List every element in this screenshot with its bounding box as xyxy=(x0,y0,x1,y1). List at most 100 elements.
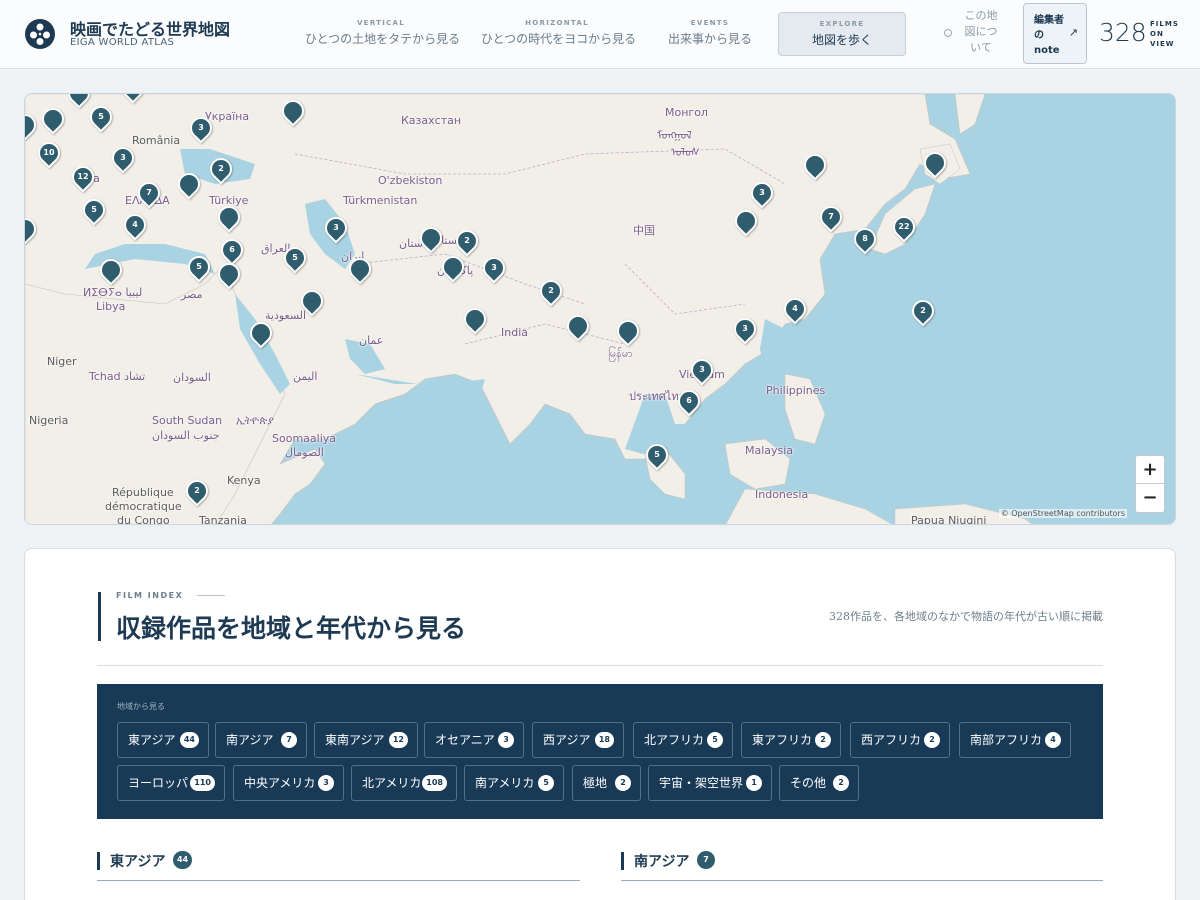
map-label: Philippines xyxy=(766,384,826,397)
map-label: الصومال xyxy=(285,446,324,459)
region-chip[interactable]: 中央アメリカ 3 xyxy=(233,765,344,801)
region-chip[interactable]: オセアニア 3 xyxy=(424,722,524,758)
map-label: India xyxy=(501,326,528,339)
region-chip[interactable]: 北アメリカ 108 xyxy=(351,765,457,801)
external-arrow-icon: ↗ xyxy=(1068,26,1078,39)
map-label: O'zbekiston xyxy=(378,174,443,187)
zoom-in-button[interactable]: + xyxy=(1136,456,1164,484)
region-chip[interactable]: 東アフリカ 2 xyxy=(741,722,841,758)
map-label: Україна xyxy=(205,110,250,123)
map-label: ⵍⵉⴱⵢⴰ ليبيا xyxy=(83,286,143,299)
region-count-badge: 12 xyxy=(388,732,408,748)
region-chip[interactable]: 北アフリカ 5 xyxy=(633,722,733,758)
nav-kicker: HORIZONTAL xyxy=(525,19,589,27)
site-subtitle: EIGA WORLD ATLAS xyxy=(70,37,175,48)
region-chip[interactable]: 東アジア 44 xyxy=(117,722,209,758)
region-count-badge: 5 xyxy=(707,732,723,748)
map-label: جنوب السودان xyxy=(152,429,220,442)
region-chip[interactable]: 西アジア 18 xyxy=(532,722,624,758)
map-label: Indonesia xyxy=(755,488,809,501)
region-count-badge: 1 xyxy=(746,775,762,791)
map-label: du Congo xyxy=(117,514,170,525)
info-dot-icon xyxy=(944,29,952,37)
map-label: عمان xyxy=(359,334,384,347)
zoom-out-button[interactable]: − xyxy=(1136,484,1164,512)
kicker-divider xyxy=(197,595,225,596)
about-map-label: この地図について xyxy=(964,9,998,54)
map-label: Монгол xyxy=(665,106,708,119)
map-label: ᠤᠯᠤᠰ xyxy=(671,146,700,159)
film-reel-logo-icon[interactable] xyxy=(24,18,56,50)
region-count-badge: 5 xyxy=(538,775,554,791)
map-label: مصر xyxy=(181,288,203,301)
map-label: South Sudan xyxy=(152,414,223,427)
map-label: Nigeria xyxy=(29,414,69,427)
film-count-label: FILMS ON VIEW xyxy=(1150,20,1179,48)
region-filter: 地域から見る 東アジア 44 南アジア 7 東南アジア 12 オセアニア 3 西アジア 1… xyxy=(97,684,1103,819)
editor-note-button[interactable]: 編集者のnote ↗ xyxy=(1023,3,1087,64)
film-index-panel: FILM INDEX 収録作品を地域と年代から見る 328作品を、各地域のなかで… xyxy=(24,548,1176,900)
map-label: Казахстан xyxy=(401,114,462,127)
region-count-badge: 3 xyxy=(498,732,514,748)
section-south-asia: 南アジア 7 xyxy=(621,849,1103,881)
editor-note-label: 編集者のnote xyxy=(1034,15,1064,56)
map-label: Türkmenistan xyxy=(343,194,418,207)
map-label: Tchad تشاد xyxy=(89,370,146,383)
nav-kicker: VERTICAL xyxy=(356,19,406,27)
map-label: Malaysia xyxy=(745,444,794,457)
map-label: démocratique xyxy=(105,500,182,513)
map-label: السودان xyxy=(173,371,211,384)
map-label: România xyxy=(132,134,181,147)
region-filter-heading: 地域から見る xyxy=(117,702,165,711)
nav-kicker: EVENTS xyxy=(690,19,730,27)
region-count-badge: 2 xyxy=(815,732,831,748)
index-description: 328作品を、各地域のなかで物語の年代が古い順に掲載 xyxy=(829,610,1103,623)
region-count-badge: 2 xyxy=(615,775,631,791)
region-chip[interactable]: 宇宙・架空世界 1 xyxy=(648,765,772,801)
map-label: République xyxy=(112,486,174,499)
region-count-badge: 2 xyxy=(833,775,849,791)
map-label: ประเทศไทย xyxy=(629,390,686,403)
map-attribution[interactable]: © OpenStreetMap contributors xyxy=(998,509,1127,518)
index-kicker: FILM INDEX xyxy=(116,591,184,600)
map-label: Soomaaliya xyxy=(272,432,337,445)
nav-explore[interactable]: EXPLORE 地図を歩く xyxy=(778,12,906,56)
map-label: ኢትዮጵያ xyxy=(236,414,274,427)
index-title: 収録作品を地域と年代から見る xyxy=(116,614,467,643)
region-chip[interactable]: その他 2 xyxy=(779,765,859,801)
section-east-asia: 東アジア 44 xyxy=(97,849,580,881)
section-count-badge: 44 xyxy=(173,851,193,869)
nav-label: 地図を歩く xyxy=(811,33,872,47)
world-map[interactable]: Україна România Казахстан Монгол ᠮᠣᠩᠭᠣᠯ … xyxy=(24,93,1176,525)
section-title: 東アジア xyxy=(110,854,166,870)
map-label: السعودية xyxy=(265,309,307,322)
nav-events[interactable]: EVENTS 出来事から見る xyxy=(662,12,758,56)
section-accent-bar xyxy=(621,852,624,870)
region-chip[interactable]: 南アジア 7 xyxy=(215,722,307,758)
map-label: မြန်မာ xyxy=(608,347,633,360)
map-basemap xyxy=(25,94,1033,524)
map-label: Papua Niugini xyxy=(911,514,987,525)
nav-vertical[interactable]: VERTICAL ひとつの土地をタテから見る xyxy=(305,12,461,56)
region-count-badge: 2 xyxy=(924,732,940,748)
map-label: Kenya xyxy=(227,474,261,487)
site-header: 映画でたどる世界地図 EIGA WORLD ATLAS VERTICAL ひとつ… xyxy=(0,0,1200,69)
region-chip[interactable]: 東南アジア 12 xyxy=(314,722,418,758)
section-title: 南アジア xyxy=(634,854,690,870)
region-count-badge: 44 xyxy=(179,732,199,748)
region-count-badge: 4 xyxy=(1045,732,1061,748)
nav-horizontal[interactable]: HORIZONTAL ひとつの時代をヨコから見る xyxy=(481,12,637,56)
region-chip[interactable]: 南部アフリカ 4 xyxy=(959,722,1071,758)
region-chip[interactable]: 西アフリカ 2 xyxy=(850,722,950,758)
region-count-badge: 18 xyxy=(594,732,614,748)
about-map-link[interactable]: この地図について xyxy=(944,8,1000,56)
map-label: اليمن xyxy=(293,370,318,383)
region-chip[interactable]: 極地 2 xyxy=(572,765,641,801)
region-chip[interactable]: ヨーロッパ 110 xyxy=(117,765,225,801)
region-chip[interactable]: 南アメリカ 5 xyxy=(464,765,564,801)
map-label: Libya xyxy=(96,300,126,313)
nav-label: ひとつの土地をタテから見る xyxy=(305,32,461,46)
region-count-badge: 110 xyxy=(190,775,215,791)
zoom-control: + − xyxy=(1135,455,1165,513)
nav-label: ひとつの時代をヨコから見る xyxy=(481,32,637,46)
